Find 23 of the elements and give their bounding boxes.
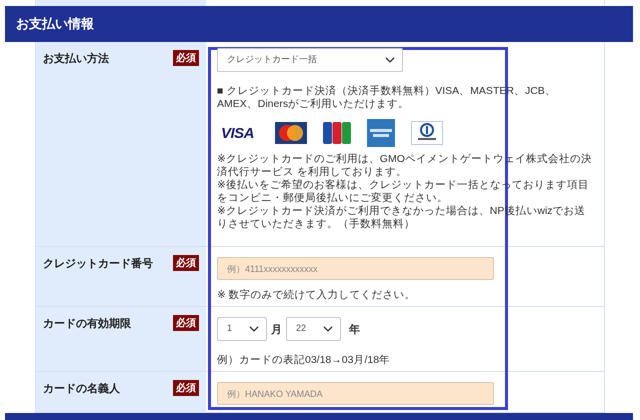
- dropdown[interactable]: 22: [286, 317, 341, 341]
- required-badge: 必須: [173, 380, 199, 396]
- card-logo-icon: [367, 119, 395, 147]
- card-logo-icon: [275, 122, 307, 144]
- input-field[interactable]: 例）HANAKO YAMADA: [217, 382, 494, 405]
- visa-logo: VISA: [221, 122, 256, 143]
- required-badge: 必須: [173, 255, 199, 271]
- field-label: クレジットカード番号: [43, 256, 153, 271]
- field-label: カードの名義人: [43, 381, 120, 396]
- required-badge: 必須: [173, 315, 199, 331]
- field-label: お支払い方法: [43, 51, 109, 66]
- input-field[interactable]: 例）4111xxxxxxxxxxxx: [217, 257, 494, 280]
- year-label: 年: [349, 322, 360, 337]
- month-label: 月: [271, 322, 282, 337]
- card-logo-icon: [411, 121, 443, 145]
- section-title: お支払い情報: [5, 6, 633, 42]
- card-logo-icon: [323, 122, 351, 144]
- required-badge: 必須: [173, 50, 199, 66]
- hint-text: ※ 数字のみで続けて入力してください。: [217, 288, 417, 301]
- dropdown[interactable]: クレジットカード一括: [217, 48, 403, 72]
- dropdown[interactable]: 1: [217, 317, 267, 341]
- hint-text: 例）カードの表記03/18→03月/18年: [217, 353, 392, 366]
- field-label: カードの有効期限: [43, 316, 131, 331]
